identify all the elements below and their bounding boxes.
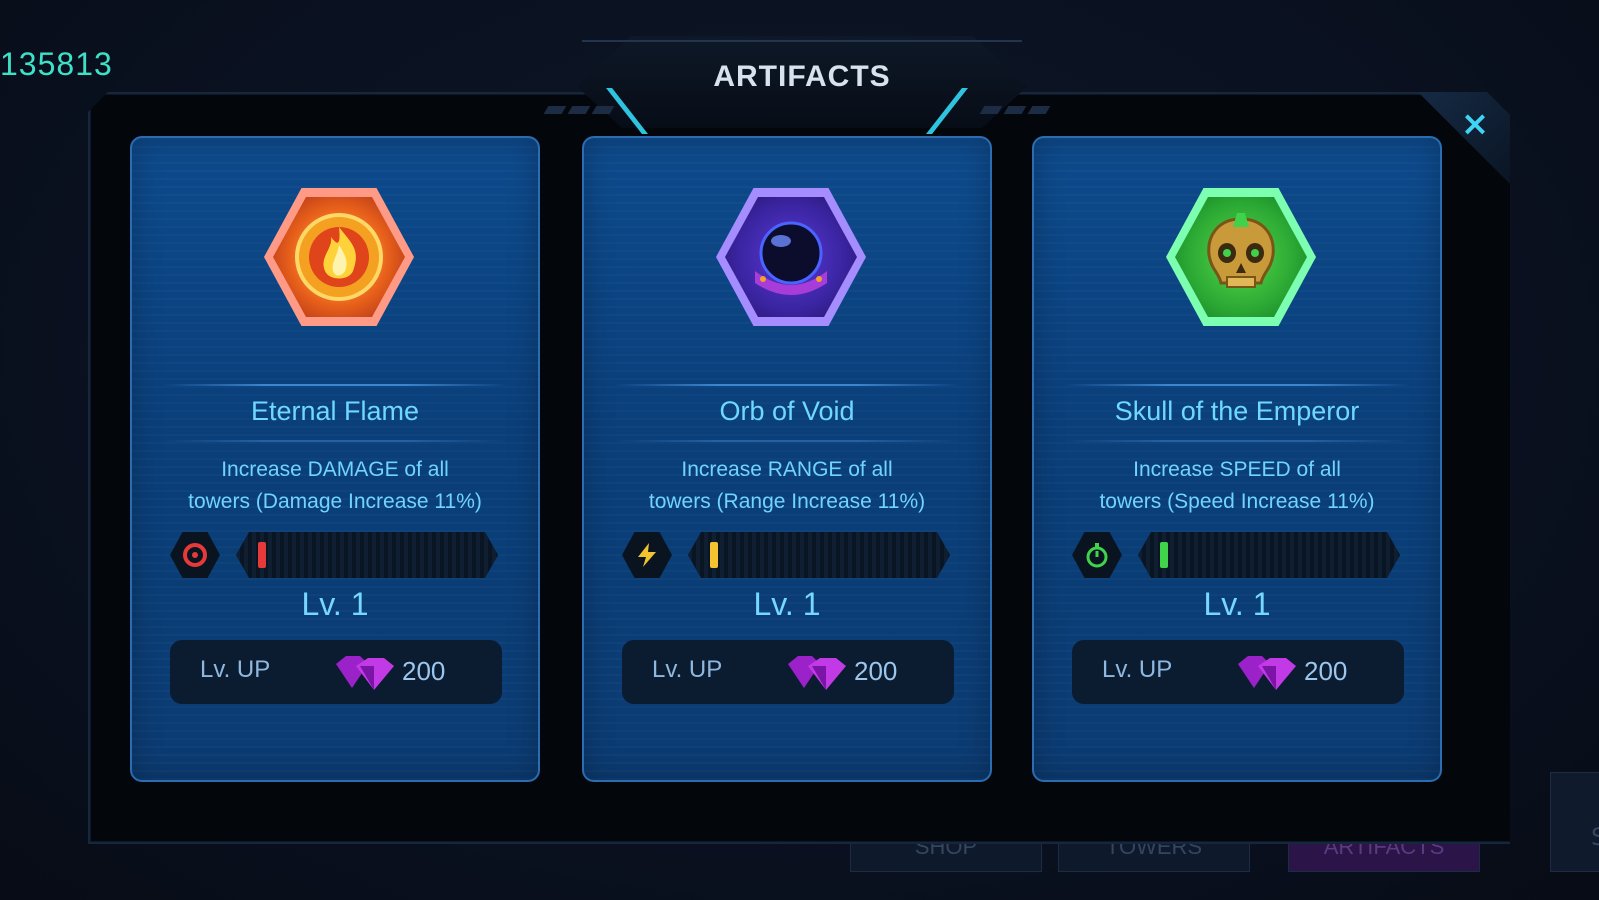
gem-icon	[788, 656, 846, 690]
stat-icon-badge	[622, 532, 672, 578]
level-up-button[interactable]: Lv. UP 200	[622, 640, 954, 704]
desc-line: Increase SPEED of all	[1133, 458, 1341, 481]
desc-line: Increase RANGE of all	[681, 458, 893, 481]
stat-icon-badge	[170, 532, 220, 578]
divider	[614, 384, 960, 386]
level-progress-bar	[688, 532, 950, 578]
artifact-name: Skull of the Emperor	[1114, 396, 1360, 426]
stat-icon-badge	[1072, 532, 1122, 578]
artifact-level: Lv. 1	[753, 586, 821, 622]
level-up-button[interactable]: Lv. UP 200	[170, 640, 502, 704]
desc-line: towers (Damage Increase 11%)	[188, 490, 482, 513]
void-orb-icon	[755, 221, 827, 295]
level-up-cost: 200	[1304, 656, 1348, 686]
artifact-icon-frame	[716, 188, 866, 326]
progress-fill	[1160, 542, 1168, 568]
divider	[1064, 384, 1410, 386]
artifact-level: Lv. 1	[301, 586, 369, 622]
stopwatch-icon	[1086, 543, 1108, 568]
artifact-icon-frame	[264, 188, 414, 326]
divider	[1064, 440, 1410, 442]
artifact-description: Increase RANGE of all towers (Range Incr…	[604, 454, 970, 518]
artifact-icon-frame	[1166, 188, 1316, 326]
artifact-description: Increase DAMAGE of all towers (Damage In…	[152, 454, 518, 518]
level-up-cost: 200	[854, 656, 898, 686]
progress-fill	[258, 542, 266, 568]
golden-skull-icon	[1207, 213, 1275, 288]
level-up-label: Lv. UP	[652, 656, 723, 683]
level-up-label: Lv. UP	[200, 656, 271, 683]
flame-orb-icon	[295, 213, 383, 301]
artifact-card-orb-of-void[interactable]: Orb of Void Increase RANGE of all towers…	[582, 136, 992, 782]
artifact-name: Orb of Void	[719, 396, 855, 426]
score-counter: 135813	[0, 46, 113, 82]
level-progress-bar	[236, 532, 498, 578]
divider	[614, 440, 960, 442]
level-up-label: Lv. UP	[1102, 656, 1173, 683]
close-button[interactable]: ×	[1453, 102, 1497, 146]
side-tab-stub[interactable]: S	[1550, 772, 1599, 872]
artifact-name: Eternal Flame	[250, 396, 420, 426]
divider	[162, 384, 508, 386]
level-up-button[interactable]: Lv. UP 200	[1072, 640, 1404, 704]
artifact-card-eternal-flame[interactable]: Eternal Flame Increase DAMAGE of all tow…	[130, 136, 540, 782]
divider	[162, 440, 508, 442]
target-icon	[183, 543, 207, 567]
desc-line: towers (Range Increase 11%)	[648, 490, 926, 513]
desc-line: Increase DAMAGE of all	[221, 458, 449, 481]
progress-fill	[710, 542, 718, 568]
artifact-description: Increase SPEED of all towers (Speed Incr…	[1054, 454, 1420, 518]
desc-line: towers (Speed Increase 11%)	[1099, 490, 1375, 513]
gem-icon	[1238, 656, 1296, 690]
level-progress-bar	[1138, 532, 1400, 578]
level-up-cost: 200	[402, 656, 446, 686]
lightning-icon	[638, 543, 656, 567]
artifact-level: Lv. 1	[1203, 586, 1271, 622]
artifact-card-skull-of-the-emperor[interactable]: Skull of the Emperor Increase SPEED of a…	[1032, 136, 1442, 782]
gem-icon	[336, 656, 394, 690]
